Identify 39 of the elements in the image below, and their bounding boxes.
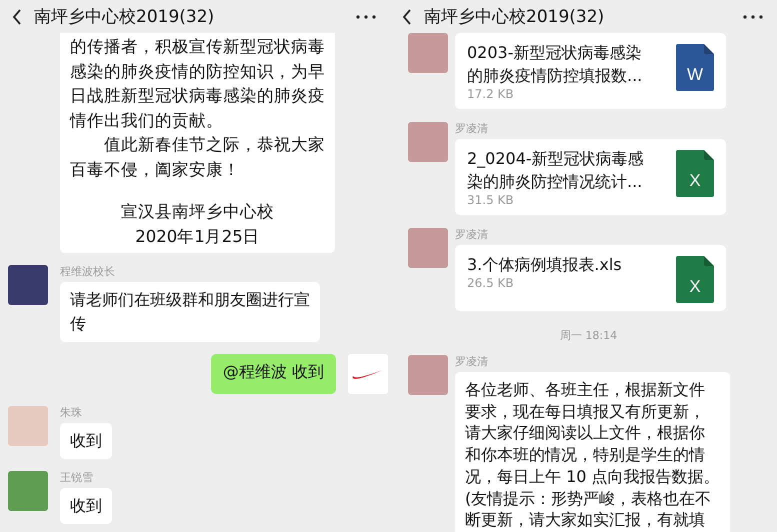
- file-card[interactable]: 3.个体病例填报表.xls 26.5 KB X: [455, 245, 726, 311]
- file-size: 17.2 KB: [467, 87, 515, 101]
- back-icon[interactable]: [402, 8, 412, 24]
- message-bubble: 收到: [60, 488, 112, 524]
- file-card[interactable]: 0203-新型冠状病毒感染 的肺炎疫情防控填报数... 17.2 KB W: [455, 33, 726, 109]
- message-bubble: 的传播者，积极宣传新型冠状病毒 感染的肺炎疫情的防控知识，为早 日战胜新型冠状病毒感染的肺炎疫 情作出我们的贡献。 值此新春佳节之际，恭祝大家 百毒不侵，阖家安康！ 宣汉县南坪乡中心校 2020年1月25日: [60, 33, 335, 253]
- sender-name: 罗凌清: [455, 355, 489, 369]
- sender-name: 朱珠: [60, 406, 83, 420]
- file-name: 3.个体病例填报表.xls: [467, 254, 623, 276]
- message-bubble: 收到: [60, 423, 112, 459]
- chat-title: 南坪乡中心校2019(32): [424, 6, 606, 28]
- chat-title: 南坪乡中心校2019(32): [34, 6, 216, 28]
- more-icon[interactable]: [743, 14, 763, 18]
- avatar[interactable]: [408, 122, 448, 162]
- more-icon[interactable]: [356, 14, 376, 18]
- sender-name: 程维波校长: [60, 265, 116, 279]
- avatar[interactable]: [8, 406, 48, 446]
- message-bubble: @程维波 收到: [210, 354, 336, 394]
- message-bubble: 各位老师、各班主任，根据新文件 要求，现在每日填报又有所更新， 请大家仔细阅读以上文件，根据你 和你本班的情况，特别是学生的情 况，每日上午 10 点向我报告数据。 (友情提示：形势严峻，表格也在不 断更新，请大家如实汇报，有就填: [455, 372, 730, 532]
- sender-name: 王锐雪: [60, 471, 94, 485]
- avatar[interactable]: [8, 265, 48, 305]
- avatar[interactable]: [348, 354, 388, 394]
- document-icon: X: [676, 150, 714, 197]
- avatar[interactable]: [408, 355, 448, 395]
- avatar[interactable]: [408, 228, 448, 268]
- timestamp: 周一 18:14: [558, 328, 618, 343]
- document-icon: W: [676, 44, 714, 91]
- document-icon: X: [676, 256, 714, 303]
- file-size: 31.5 KB: [467, 193, 515, 207]
- message-bubble: 请老师们在班级群和朋友圈进行宣 传: [60, 282, 320, 342]
- sender-name: 罗凌清: [455, 228, 489, 242]
- file-size: 26.5 KB: [467, 276, 515, 290]
- file-name: 2_0204-新型冠状病毒感 染的肺炎防控情况统计...: [467, 148, 645, 193]
- avatar[interactable]: [8, 471, 48, 511]
- file-name: 0203-新型冠状病毒感染 的肺炎疫情防控填报数...: [467, 42, 644, 87]
- back-icon[interactable]: [12, 8, 22, 24]
- file-card[interactable]: 2_0204-新型冠状病毒感 染的肺炎防控情况统计... 31.5 KB X: [455, 139, 726, 215]
- sender-name: 罗凌清: [455, 122, 489, 136]
- avatar[interactable]: [408, 33, 448, 73]
